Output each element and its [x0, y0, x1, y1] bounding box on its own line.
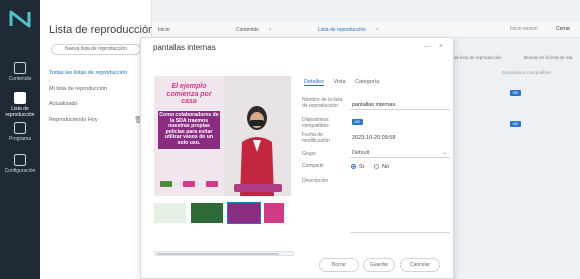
- gear-icon: [14, 154, 26, 166]
- thumbnail[interactable]: [191, 203, 223, 223]
- modified-date-label: Fecha de modificación: [302, 132, 330, 144]
- page-title: Lista de reproducción: [49, 24, 155, 36]
- rail-item-content[interactable]: Contenido: [0, 62, 40, 82]
- logo-icon: [183, 181, 195, 187]
- thumbnail-selected[interactable]: [227, 202, 261, 224]
- modified-date-value: 2023-10-20 09:58: [352, 135, 396, 141]
- playlist-library-panel: Lista de reproducción Nueva lista de rep…: [40, 0, 155, 279]
- hd-badge: HD: [510, 90, 521, 96]
- library-item-all[interactable]: Todas las listas de reproducción: [49, 70, 149, 76]
- poster-logos: [160, 180, 218, 188]
- radio-icon: [374, 164, 379, 170]
- delete-button[interactable]: Borrar: [319, 258, 359, 272]
- poster-body: Como colaboradores de la SDA traemos nue…: [158, 111, 220, 149]
- rail-item-playlist[interactable]: Lista de reproducción: [0, 92, 40, 118]
- library-item-mine[interactable]: Mi lista de reproducción: [49, 86, 149, 92]
- share-yes-radio[interactable]: Sí: [351, 164, 364, 170]
- tab-details[interactable]: Detalles: [304, 79, 324, 86]
- logo-icon: [160, 181, 172, 187]
- logo-icon: [206, 181, 218, 187]
- description-label: Descripción: [302, 178, 329, 184]
- group-select-value: Default: [352, 150, 370, 156]
- app-logo-icon: [9, 10, 31, 28]
- dialog-tabs: Detalles Vista Categoría: [304, 79, 387, 89]
- column-header-devices: Dispositivos compatibles: [502, 70, 552, 75]
- preview-poster: El ejemplo comienza por casa Como colabo…: [154, 76, 224, 196]
- rail-item-settings[interactable]: Configuración: [0, 154, 40, 174]
- thumbnail-strip: [154, 202, 294, 225]
- hd-badge: HD: [352, 119, 363, 125]
- person-image: [240, 106, 274, 196]
- playlist-name-input[interactable]: pantallas internas: [350, 100, 450, 110]
- grid-icon: [14, 62, 26, 74]
- close-session-button[interactable]: Cerrar: [556, 26, 570, 32]
- playlist-icon: [14, 92, 26, 104]
- close-tab-icon[interactable]: ×: [269, 27, 272, 33]
- cancel-button[interactable]: Cancelar: [400, 258, 440, 272]
- chevron-down-icon: ⌄: [441, 150, 447, 156]
- left-rail: Contenido Lista de reproducción Programa…: [0, 0, 40, 279]
- thumbnail[interactable]: [264, 203, 284, 223]
- tab-content[interactable]: Contenido ×: [236, 25, 272, 36]
- minimize-icon[interactable]: —: [424, 43, 431, 50]
- save-button[interactable]: Guardar: [363, 258, 395, 272]
- thumbnail[interactable]: [154, 203, 186, 223]
- login-button[interactable]: Inicio sesión: [510, 26, 538, 32]
- close-icon[interactable]: ×: [439, 43, 443, 50]
- playlist-search-input[interactable]: Buscar en la lista de rep.: [524, 55, 574, 60]
- library-item-label: Reproduciendo Hoy: [49, 117, 98, 123]
- radio-selected-icon: [351, 164, 356, 170]
- tab-category[interactable]: Categoría: [355, 79, 379, 85]
- new-playlist-button[interactable]: Nueva lista de reproducción: [51, 44, 141, 55]
- group-select[interactable]: Default ⌄: [350, 148, 450, 158]
- thumbnail-scrollbar[interactable]: [154, 251, 294, 256]
- scrollbar-thumb[interactable]: [157, 253, 279, 255]
- playlist-filter-select[interactable]: de lista de reproducción: [454, 55, 502, 60]
- name-label: Nombre de la lista de reproducción: [302, 97, 343, 109]
- dialog-title: pantallas internas: [153, 43, 216, 52]
- tab-home[interactable]: Inicio: [158, 25, 170, 36]
- library-item-updated[interactable]: Actualizado: [49, 101, 149, 107]
- calendar-icon: [14, 122, 26, 134]
- tab-playlist[interactable]: Lista de reproducción ×: [318, 25, 379, 36]
- poster-headline: El ejemplo comienza por casa: [166, 83, 212, 105]
- preview-photo: [224, 76, 291, 196]
- poster-caption: [234, 184, 282, 192]
- share-label: Compartir: [302, 163, 324, 169]
- share-no-radio[interactable]: No: [374, 164, 389, 170]
- tab-view[interactable]: Vista: [333, 79, 345, 85]
- playlist-preview: El ejemplo comienza por casa Como colabo…: [154, 76, 291, 196]
- devices-label: Dispositivos compatibles: [302, 117, 329, 129]
- library-item-today[interactable]: Reproduciendo Hoy 🗑: [49, 117, 149, 124]
- description-input[interactable]: [350, 178, 450, 233]
- close-tab-icon[interactable]: ×: [376, 27, 379, 33]
- group-label: Grupo: [302, 151, 316, 157]
- playlist-edit-dialog: pantallas internas — × El ejemplo comien…: [140, 37, 454, 279]
- rail-item-schedule[interactable]: Programa: [0, 122, 40, 142]
- hd-badge: HD: [510, 121, 521, 127]
